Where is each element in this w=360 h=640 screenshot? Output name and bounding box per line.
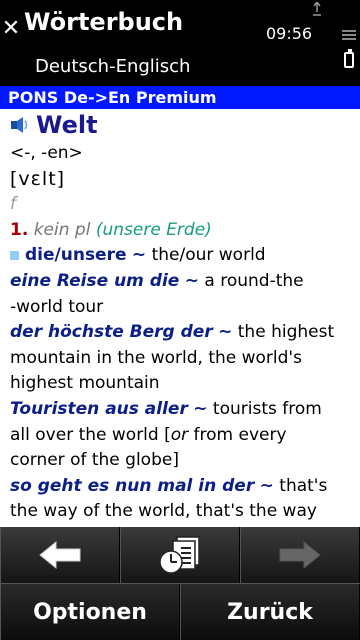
english-translation: from every bbox=[193, 424, 287, 445]
back-entry-button[interactable] bbox=[0, 527, 120, 583]
sense-number: 1. bbox=[10, 219, 29, 240]
english-translation: tourists from bbox=[212, 398, 322, 419]
clock: 09:56 bbox=[266, 24, 313, 43]
sense-line: 1. kein pl (unsere Erde) bbox=[10, 218, 350, 244]
german-phrase[interactable]: eine Reise um die bbox=[10, 271, 179, 291]
example-line: -world tour bbox=[10, 295, 350, 321]
example-line: highest mountain bbox=[10, 371, 350, 397]
history-icon bbox=[159, 536, 200, 574]
dictionary-subtitle: Deutsch-Englisch bbox=[35, 56, 191, 77]
phonetic: [vɛlt] bbox=[10, 167, 66, 190]
entry-content[interactable]: Welt <-, -en> [vɛlt] f 1. kein pl (unser… bbox=[0, 109, 360, 527]
status-bar: ✕ Wörterbuch Deutsch-Englisch 09:56 bbox=[0, 0, 360, 86]
tilde: ~ bbox=[131, 245, 147, 266]
close-icon[interactable]: ✕ bbox=[0, 18, 22, 40]
toolbar bbox=[0, 527, 360, 583]
example-line: die/unsere ~ the/our world bbox=[10, 243, 350, 269]
example-line: Touristen aus aller ~ tourists from bbox=[10, 397, 350, 423]
english-translation: highest mountain bbox=[10, 373, 160, 394]
english-translation: that's bbox=[279, 475, 328, 496]
example-line: mountain in the world, the world's bbox=[10, 346, 350, 372]
tilde: ~ bbox=[218, 322, 233, 343]
back-softkey[interactable]: Zurück bbox=[180, 584, 360, 640]
tilde: ~ bbox=[259, 475, 274, 496]
bullet-icon bbox=[10, 250, 19, 260]
german-phrase[interactable]: Touristen aus aller bbox=[10, 399, 188, 419]
gender: f bbox=[10, 194, 16, 215]
german-phrase[interactable]: der höchste Berg der bbox=[10, 322, 213, 342]
example-line: all over the world [or from every bbox=[10, 423, 350, 449]
grammar-info: <-, -en> bbox=[10, 143, 83, 163]
options-softkey[interactable]: Optionen bbox=[0, 584, 180, 640]
forward-entry-button[interactable] bbox=[240, 527, 360, 583]
english-translation: the/our world bbox=[151, 245, 266, 266]
example-line: eine Reise um die ~ a round-the bbox=[10, 269, 350, 295]
example-line: der höchste Berg der ~ the highest bbox=[10, 320, 350, 346]
headword: Welt bbox=[36, 111, 98, 139]
example-line: the way of the world, that's the way bbox=[10, 499, 350, 525]
english-translation: the highest bbox=[237, 322, 335, 343]
german-phrase[interactable]: so geht es nun mal in der bbox=[10, 476, 254, 496]
english-translation: corner of the globe] bbox=[10, 450, 179, 471]
english-translation: all over the world [ bbox=[10, 424, 171, 445]
signal-icon bbox=[313, 2, 321, 16]
example-line: corner of the globe] bbox=[10, 448, 350, 474]
tilde: ~ bbox=[193, 398, 208, 419]
dictionary-name-bar: PONS De->En Premium bbox=[0, 86, 360, 109]
german-phrase[interactable]: die/unsere bbox=[25, 245, 127, 265]
app-title: Wörterbuch bbox=[24, 8, 184, 36]
tilde: ~ bbox=[184, 270, 199, 291]
speaker-icon[interactable] bbox=[10, 116, 30, 134]
english-translation: mountain in the world, the world's bbox=[10, 347, 302, 368]
battery-icon bbox=[344, 49, 354, 68]
softkey-bar: Optionen Zurück bbox=[0, 583, 360, 640]
english-translation: -world tour bbox=[10, 296, 104, 317]
arrow-left-icon bbox=[39, 540, 81, 570]
or-word: or bbox=[170, 424, 189, 445]
english-translation: the way of the world, that's the way bbox=[10, 501, 317, 522]
arrow-right-icon bbox=[279, 540, 321, 570]
english-translation: a round-the bbox=[204, 270, 304, 291]
signal-strength-icon bbox=[342, 30, 356, 42]
sense-label: kein pl bbox=[33, 219, 91, 240]
example-line: so geht es nun mal in der ~ that's bbox=[10, 474, 350, 500]
history-button[interactable] bbox=[120, 527, 240, 583]
sense-gloss: (unsere Erde) bbox=[95, 219, 212, 240]
headword-row: Welt bbox=[10, 109, 350, 141]
